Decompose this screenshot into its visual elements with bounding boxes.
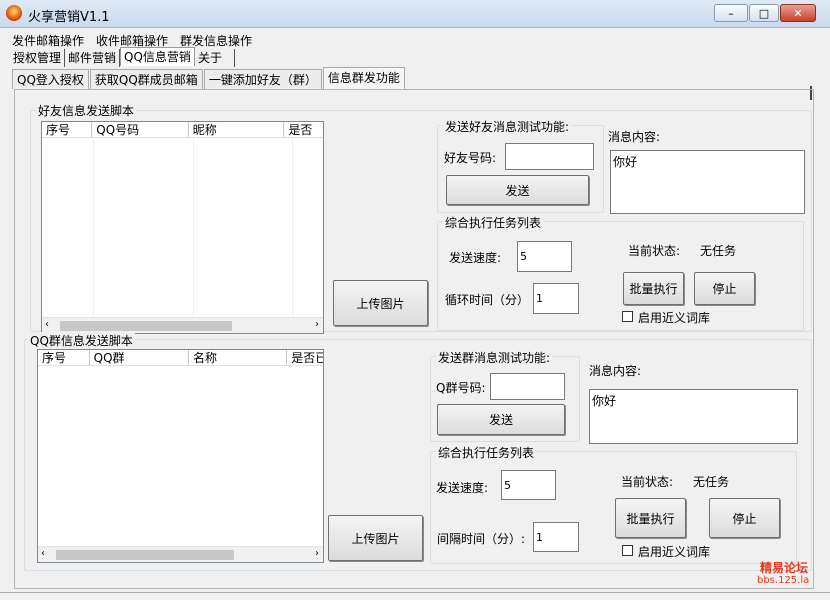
friend-table-header: 序号 QQ号码 昵称 是否 bbox=[42, 122, 323, 138]
group-message-textarea[interactable]: 你好 bbox=[589, 389, 798, 444]
col-name[interactable]: 名称 bbox=[189, 350, 288, 365]
group-speed-label: 发送速度: bbox=[436, 481, 489, 495]
group-number-input[interactable] bbox=[490, 373, 565, 400]
sub-tabs: QQ登入授权 获取QQ群成员邮箱 一键添加好友（群） 信息群发功能 bbox=[12, 67, 406, 89]
col-divider bbox=[292, 138, 293, 318]
col-divider bbox=[93, 138, 94, 318]
group-upload-image-button[interactable]: 上传图片 bbox=[328, 515, 423, 561]
friend-upload-image-button[interactable]: 上传图片 bbox=[333, 280, 428, 326]
col-qq-group[interactable]: QQ群 bbox=[90, 350, 189, 365]
col-status[interactable]: 是否 bbox=[284, 122, 323, 137]
watermark-site-name: 精易论坛 bbox=[760, 561, 809, 575]
friend-message-label: 消息内容: bbox=[608, 130, 661, 144]
maximize-button[interactable]: □ bbox=[749, 4, 779, 22]
friend-cycle-input[interactable]: 1 bbox=[533, 283, 579, 314]
group-status-value: 无任务 bbox=[693, 475, 730, 489]
group-send-button[interactable]: 发送 bbox=[437, 404, 565, 435]
friend-table-hscroll[interactable]: ‹ › bbox=[42, 317, 323, 333]
group-stop-button[interactable]: 停止 bbox=[709, 498, 780, 538]
friend-number-label: 好友号码: bbox=[444, 151, 497, 165]
group-table-hscroll[interactable]: ‹ › bbox=[38, 546, 323, 562]
minimize-button[interactable]: – bbox=[714, 4, 748, 22]
menu-item-send-mailbox[interactable]: 发件邮箱操作 bbox=[12, 32, 84, 49]
friend-script-title: 好友信息发送脚本 bbox=[36, 102, 137, 119]
friend-tasks-title: 综合执行任务列表 bbox=[443, 214, 544, 231]
scroll-right-icon[interactable]: › bbox=[315, 319, 319, 330]
watermark-site-url: bbs.125.la bbox=[757, 575, 810, 586]
col-divider bbox=[193, 138, 194, 318]
col-index[interactable]: 序号 bbox=[38, 350, 90, 365]
group-tasks-title: 综合执行任务列表 bbox=[436, 444, 537, 461]
friend-test-title: 发送好友消息测试功能: bbox=[443, 118, 572, 135]
window-title: 火享营销V1.1 bbox=[28, 10, 110, 25]
app-icon bbox=[6, 5, 22, 21]
tab-qq-login[interactable]: QQ登入授权 bbox=[12, 69, 89, 89]
scroll-right-icon[interactable]: › bbox=[315, 548, 319, 559]
status-bar bbox=[0, 592, 830, 600]
friend-batch-run-button[interactable]: 批量执行 bbox=[623, 272, 684, 305]
group-thesaurus-checkbox[interactable] bbox=[622, 545, 633, 556]
group-batch-run-button[interactable]: 批量执行 bbox=[615, 498, 686, 538]
tab-add-friends[interactable]: 一键添加好友（群） bbox=[203, 69, 322, 89]
scroll-thumb[interactable] bbox=[60, 321, 232, 331]
friend-table[interactable]: 序号 QQ号码 昵称 是否 ‹ › bbox=[41, 121, 324, 334]
friend-status-value: 无任务 bbox=[700, 244, 737, 258]
friend-speed-label: 发送速度: bbox=[449, 251, 502, 265]
col-qq-number[interactable]: QQ号码 bbox=[92, 122, 189, 137]
friend-thesaurus-checkbox[interactable] bbox=[622, 311, 633, 322]
group-message-label: 消息内容: bbox=[589, 364, 642, 378]
friend-message-textarea[interactable]: 你好 bbox=[610, 150, 805, 214]
friend-speed-input[interactable]: 5 bbox=[517, 241, 572, 272]
scroll-left-icon[interactable]: ‹ bbox=[41, 548, 45, 559]
tab-authorization[interactable]: 授权管理 bbox=[10, 49, 66, 67]
group-table[interactable]: 序号 QQ群 名称 是否已 ‹ › bbox=[37, 349, 324, 563]
tab-mass-send[interactable]: 信息群发功能 bbox=[322, 67, 405, 89]
group-status-label: 当前状态: bbox=[621, 475, 674, 489]
group-table-header: 序号 QQ群 名称 是否已 bbox=[38, 350, 323, 366]
group-interval-input[interactable]: 1 bbox=[533, 522, 579, 552]
friend-status-label: 当前状态: bbox=[628, 244, 681, 258]
tab-about[interactable]: 关于 bbox=[195, 49, 235, 67]
friend-send-button[interactable]: 发送 bbox=[446, 175, 589, 205]
tab-qq-marketing[interactable]: QQ信息营销 bbox=[120, 47, 195, 66]
title-bar bbox=[0, 0, 830, 28]
friend-cycle-label: 循环时间（分） bbox=[445, 293, 530, 307]
col-index[interactable]: 序号 bbox=[42, 122, 93, 137]
group-speed-input[interactable]: 5 bbox=[501, 470, 556, 500]
scroll-left-icon[interactable]: ‹ bbox=[45, 319, 49, 330]
group-script-title: QQ群信息发送脚本 bbox=[28, 332, 135, 349]
main-tabs: 授权管理 邮件营销 QQ信息营销 关于 bbox=[10, 47, 235, 67]
friend-stop-button[interactable]: 停止 bbox=[694, 272, 755, 305]
group-interval-label: 间隔时间（分）: bbox=[437, 532, 526, 546]
group-test-title: 发送群消息测试功能: bbox=[436, 349, 553, 366]
col-status[interactable]: 是否已 bbox=[287, 350, 323, 365]
friend-number-input[interactable] bbox=[505, 143, 594, 170]
tab-email-marketing[interactable]: 邮件营销 bbox=[65, 49, 121, 67]
scroll-thumb[interactable] bbox=[56, 550, 234, 560]
col-nickname[interactable]: 昵称 bbox=[189, 122, 285, 137]
close-button[interactable]: ✕ bbox=[780, 4, 816, 22]
friend-thesaurus-label[interactable]: 启用近义词库 bbox=[638, 309, 710, 326]
tab-get-group-emails[interactable]: 获取QQ群成员邮箱 bbox=[89, 69, 203, 89]
group-number-label: Q群号码: bbox=[436, 381, 486, 395]
group-thesaurus-label[interactable]: 启用近义词库 bbox=[638, 543, 710, 560]
